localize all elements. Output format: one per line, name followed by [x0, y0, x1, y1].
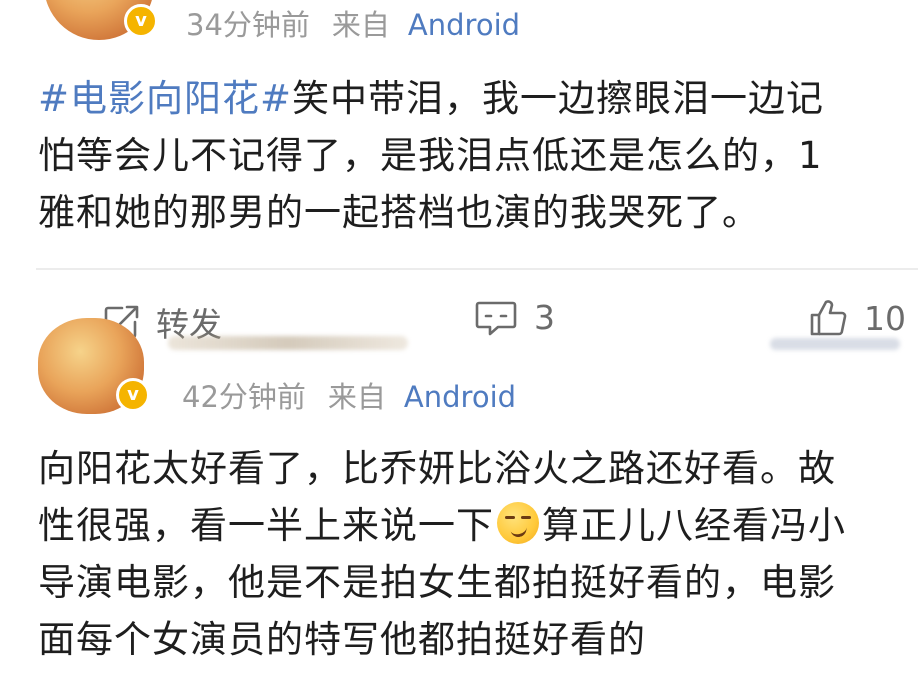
post-line: 面每个女演员的特写他都拍挺好看的 — [38, 618, 646, 661]
post-time: 34分钟前 — [186, 8, 310, 42]
comment-button[interactable]: 3 — [474, 298, 555, 337]
blurred-username — [168, 336, 408, 350]
post-body: #电影向阳花#笑中带泪，我一边擦眼泪一边记 怕等会儿不记得了，是我泪点低还是怎么… — [38, 70, 824, 241]
verified-badge-icon: v — [116, 378, 150, 412]
post-line-text: 性很强，看一半上来说一下 — [38, 504, 494, 547]
post-line: 性很强，看一半上来说一下 算正儿八经看冯小 — [38, 497, 846, 554]
post-time: 42分钟前 — [182, 380, 306, 414]
avatar[interactable]: v — [38, 318, 150, 414]
post-line: 向阳花太好看了，比乔妍比浴火之路还好看。故 — [38, 447, 836, 490]
weibo-feed: v 34分钟前 来自 Android #电影向阳花#笑中带泪，我一边擦眼泪一边记 怕… — [0, 0, 918, 693]
avatar[interactable]: v — [44, 0, 158, 40]
post-body: 向阳花太好看了，比乔妍比浴火之路还好看。故 性很强，看一半上来说一下 算正儿八经看… — [38, 440, 846, 668]
hashtag-link[interactable]: #电影向阳花# — [38, 77, 292, 120]
source-prefix: 来自 — [331, 8, 390, 42]
post-meta: 34分钟前 来自 Android — [186, 2, 520, 44]
comment-icon — [474, 299, 518, 337]
post-line: 怕等会儿不记得了，是我泪点低还是怎么的，1 — [38, 134, 823, 177]
post-line-text: 笑中带泪，我一边擦眼泪一边记 — [292, 77, 825, 120]
like-count: 10 — [864, 298, 906, 338]
source-link[interactable]: Android — [408, 8, 520, 42]
post-meta: 42分钟前 来自 Android — [182, 374, 516, 416]
post-line: 雅和她的那男的一起搭档也演的我哭死了。 — [38, 191, 760, 234]
smirk-emoji-icon — [497, 502, 539, 544]
comment-count: 3 — [534, 298, 555, 337]
source-prefix: 来自 — [327, 380, 386, 414]
post-line: 导演电影，他是不是拍女生都拍挺好看的，电影 — [38, 561, 836, 604]
divider — [36, 268, 918, 270]
like-button[interactable]: 10 — [808, 298, 906, 338]
verified-badge-icon: v — [124, 4, 158, 38]
thumbs-up-icon — [808, 298, 848, 338]
post-line: #电影向阳花#笑中带泪，我一边擦眼泪一边记 — [38, 70, 824, 127]
blurred-tag — [770, 338, 900, 350]
post-line-text: 算正儿八经看冯小 — [542, 504, 846, 547]
source-link[interactable]: Android — [404, 380, 516, 414]
